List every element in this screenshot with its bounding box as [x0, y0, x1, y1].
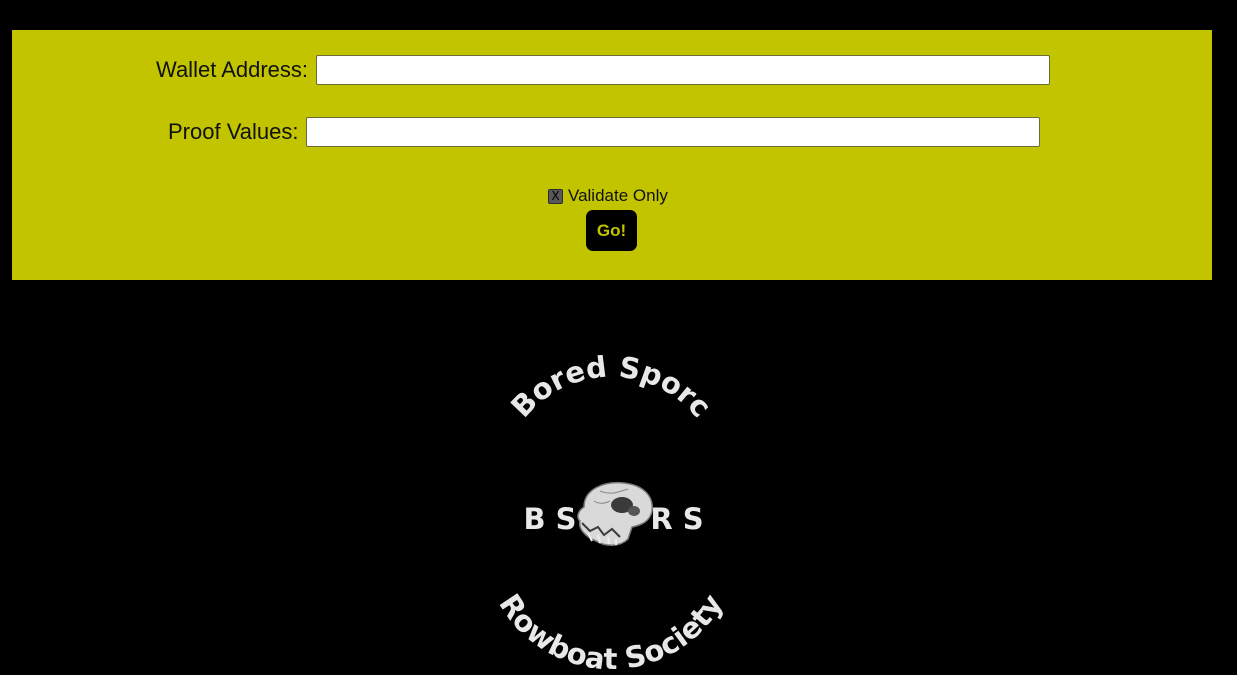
- logo-bottom-text: Rowboat Society: [492, 588, 729, 670]
- proof-form-panel: Wallet Address: Proof Values: X Validate…: [12, 30, 1212, 280]
- proof-values-input[interactable]: [306, 117, 1041, 147]
- bored-sporc-logo: Bored Sporc B S R S Rowboat Society: [492, 355, 729, 670]
- primate-skull-icon: [577, 481, 653, 546]
- wallet-address-row: Wallet Address:: [156, 55, 1051, 85]
- validate-only-checkbox[interactable]: X: [548, 188, 563, 204]
- proof-values-label: Proof Values:: [168, 119, 299, 144]
- validate-only-label[interactable]: Validate Only: [568, 186, 668, 206]
- go-button[interactable]: Go!: [586, 210, 637, 251]
- proof-values-row: Proof Values:: [168, 117, 1041, 147]
- wallet-address-input[interactable]: [316, 55, 1051, 85]
- logo-right-initials: R S: [650, 502, 703, 536]
- logo-top-text: Bored Sporc: [504, 355, 718, 424]
- logo-left-initials: B S: [523, 502, 576, 536]
- wallet-address-label: Wallet Address:: [156, 57, 309, 82]
- validate-only-option[interactable]: X Validate Only: [548, 186, 668, 206]
